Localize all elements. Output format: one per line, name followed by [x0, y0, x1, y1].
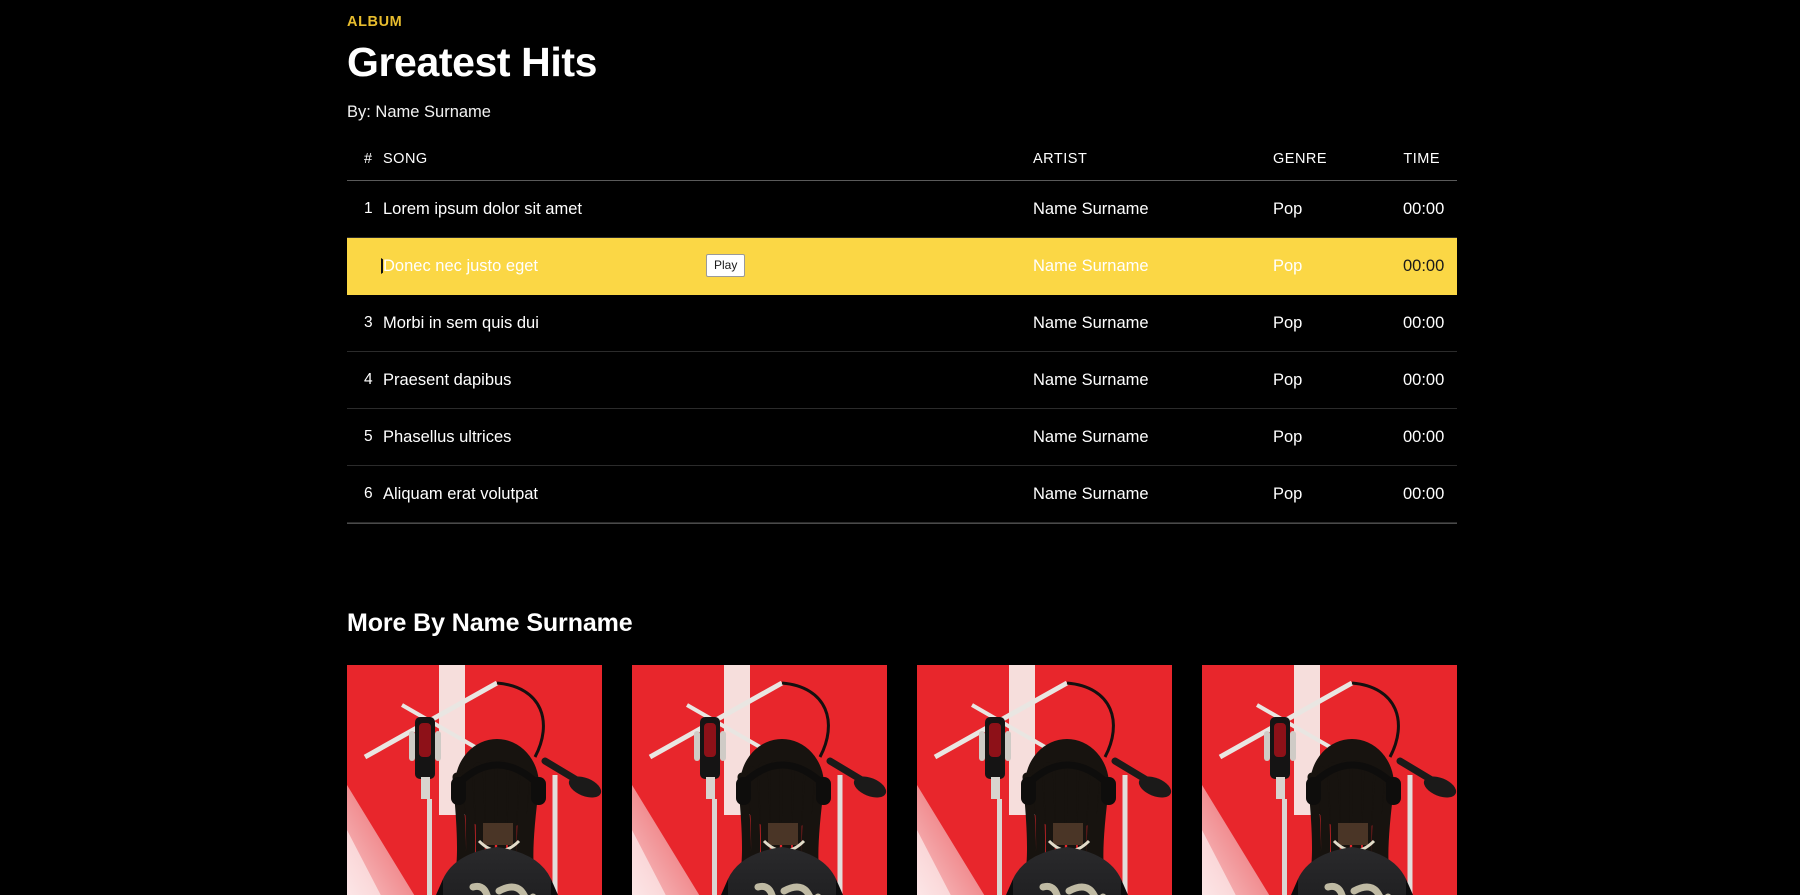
track-table-header-row: # SONG ARTIST GENRE TIME — [347, 151, 1457, 181]
more-by-album-grid — [347, 665, 1457, 895]
track-artist: Name Surname — [1033, 295, 1273, 352]
track-time: 00:00 — [1403, 181, 1457, 238]
track-artist: Name Surname — [1033, 181, 1273, 238]
track-song-cell: Aliquam erat volutpat — [383, 466, 1033, 523]
track-genre: Pop — [1273, 181, 1403, 238]
album-artist-subtitle: By: Name Surname — [347, 103, 1457, 122]
track-artist: Name Surname — [1033, 238, 1273, 295]
track-song-cell: Morbi in sem quis dui — [383, 295, 1033, 352]
track-song-title: Aliquam erat volutpat — [383, 485, 1033, 504]
table-row[interactable]: Donec nec justo egetPlayName SurnamePop0… — [347, 238, 1457, 295]
track-artist: Name Surname — [1033, 466, 1273, 523]
track-table-body: 1Lorem ipsum dolor sit ametName SurnameP… — [347, 181, 1457, 523]
play-button[interactable] — [364, 258, 383, 274]
table-row[interactable]: 1Lorem ipsum dolor sit ametName SurnameP… — [347, 181, 1457, 238]
track-song-cell: Donec nec justo egetPlay — [383, 238, 1033, 295]
play-tooltip: Play — [706, 254, 745, 277]
track-song-cell: Lorem ipsum dolor sit amet — [383, 181, 1033, 238]
track-time: 00:00 — [1403, 409, 1457, 466]
table-row[interactable]: 4Praesent dapibusName SurnamePop00:00 — [347, 352, 1457, 409]
track-time: 00:00 — [1403, 466, 1457, 523]
track-list-table: # SONG ARTIST GENRE TIME 1Lorem ipsum do… — [347, 151, 1457, 523]
track-genre: Pop — [1273, 238, 1403, 295]
track-song-title: Praesent dapibus — [383, 371, 1033, 390]
track-number: 5 — [347, 409, 383, 466]
album-card[interactable] — [1202, 665, 1457, 895]
track-genre: Pop — [1273, 409, 1403, 466]
track-genre: Pop — [1273, 352, 1403, 409]
page-title: Greatest Hits — [347, 41, 1457, 84]
table-row[interactable]: 6Aliquam erat volutpatName SurnamePop00:… — [347, 466, 1457, 523]
column-header-song: SONG — [383, 151, 1033, 181]
album-card[interactable] — [347, 665, 602, 895]
track-number: 6 — [347, 466, 383, 523]
more-by-heading: More By Name Surname — [347, 609, 1457, 638]
track-time: 00:00 — [1403, 352, 1457, 409]
table-row[interactable]: 3Morbi in sem quis duiName SurnamePop00:… — [347, 295, 1457, 352]
album-page: ALBUM Greatest Hits By: Name Surname # S… — [0, 0, 1800, 848]
track-song-cell: Praesent dapibus — [383, 352, 1033, 409]
column-header-genre: GENRE — [1273, 151, 1403, 181]
track-number: 3 — [347, 295, 383, 352]
track-number: 1 — [347, 181, 383, 238]
track-time: 00:00 — [1403, 295, 1457, 352]
track-table-head: # SONG ARTIST GENRE TIME — [347, 151, 1457, 181]
track-number: 4 — [347, 352, 383, 409]
column-header-artist: ARTIST — [1033, 151, 1273, 181]
track-song-cell: Phasellus ultrices — [383, 409, 1033, 466]
column-header-number: # — [347, 151, 383, 181]
track-time: 00:00 — [1403, 238, 1457, 295]
album-cover-image — [1202, 665, 1457, 895]
album-cover-image — [632, 665, 887, 895]
album-card[interactable] — [632, 665, 887, 895]
track-song-title: Phasellus ultrices — [383, 428, 1033, 447]
page-content: ALBUM Greatest Hits By: Name Surname # S… — [347, 0, 1457, 895]
table-row[interactable]: 5Phasellus ultricesName SurnamePop00:00 — [347, 409, 1457, 466]
column-header-time: TIME — [1403, 151, 1457, 181]
track-song-title: Morbi in sem quis dui — [383, 314, 1033, 333]
album-card[interactable] — [917, 665, 1172, 895]
play-button-cell — [347, 238, 383, 295]
track-artist: Name Surname — [1033, 409, 1273, 466]
album-eyebrow-label: ALBUM — [347, 14, 1457, 30]
track-table-bottom-divider — [347, 523, 1457, 524]
track-artist: Name Surname — [1033, 352, 1273, 409]
track-genre: Pop — [1273, 466, 1403, 523]
album-cover-image — [917, 665, 1172, 895]
track-song-title: Lorem ipsum dolor sit amet — [383, 200, 1033, 219]
track-genre: Pop — [1273, 295, 1403, 352]
album-cover-image — [347, 665, 602, 895]
